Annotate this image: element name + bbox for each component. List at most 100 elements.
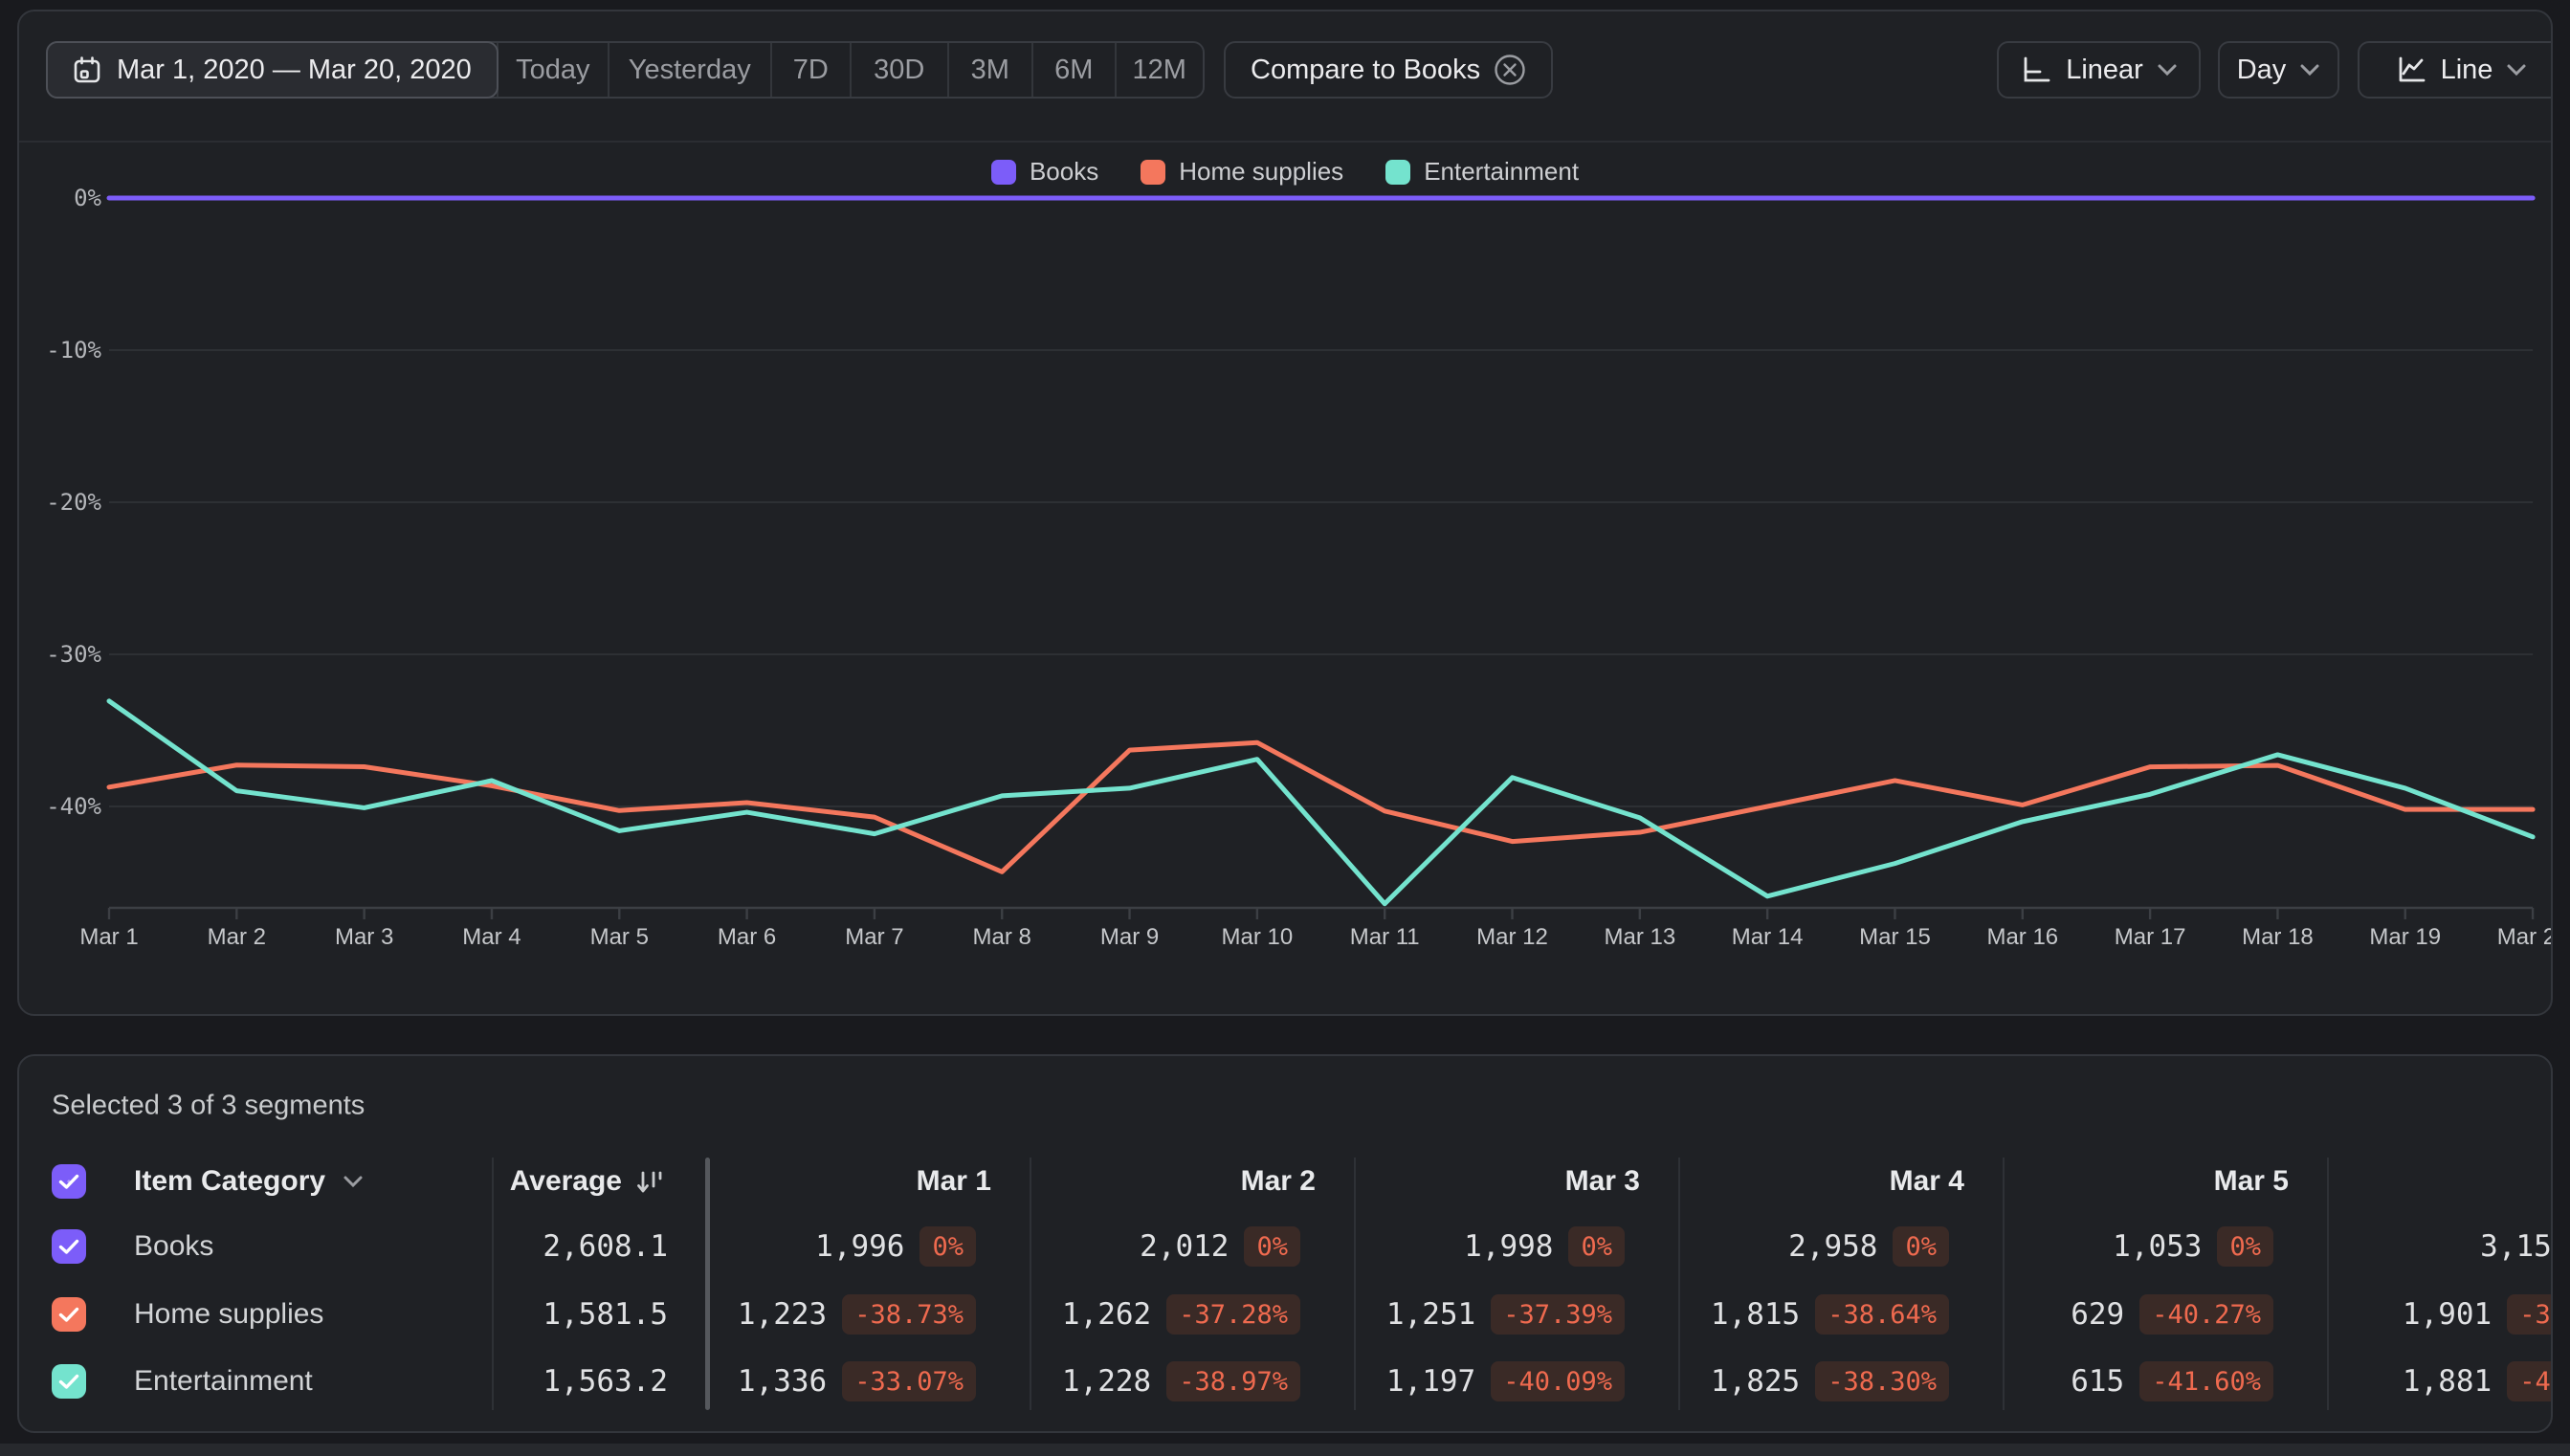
x-axis-label: Mar 1 [79, 924, 139, 950]
table-cell-clipped: 3,1550% [2480, 1226, 2552, 1267]
line-chart[interactable] [19, 11, 2553, 1016]
x-axis-label: Mar 19 [2369, 924, 2442, 950]
category-header[interactable]: Item Category [134, 1165, 364, 1198]
x-axis-label: Mar 17 [2114, 924, 2186, 950]
x-axis-label: Mar 9 [1099, 924, 1160, 950]
x-axis-label: Mar 7 [845, 924, 904, 950]
y-axis-label: -10% [46, 337, 101, 364]
table-cell-clipped: 1,901 -39.75% [2402, 1294, 2551, 1335]
x-axis-label: Mar 15 [1859, 924, 1931, 950]
average-cell: 1,563.2 [543, 1364, 668, 1399]
pct-change-badge: 0% [1244, 1226, 1300, 1267]
average-cell: 1,581.5 [543, 1297, 668, 1332]
series-line-entertainment[interactable] [106, 698, 2536, 907]
day-header-mar-5: Mar 5 [2213, 1165, 2289, 1197]
table-cell: 2,958 0% [1788, 1226, 1949, 1267]
selected-count-text: Selected 3 of 3 segments [52, 1090, 366, 1121]
pct-change-badge: 0% [1568, 1226, 1625, 1267]
cell-value: 2,958 [1788, 1229, 1878, 1264]
pct-change-badge: -37.39% [1491, 1294, 1625, 1335]
x-axis-label: Mar 11 [1349, 924, 1420, 950]
calendar-icon [74, 56, 100, 83]
table-cell: 1,053 0% [2113, 1226, 2273, 1267]
pct-change-badge: 0% [2217, 1226, 2273, 1267]
select-all-checkbox[interactable] [52, 1164, 86, 1199]
day-header-mar-1: Mar 1 [916, 1165, 991, 1197]
table-cell: 1,251 -37.39% [1386, 1294, 1625, 1335]
x-axis-label: Mar 8 [972, 924, 1031, 950]
day-header-mar-3: Mar 3 [1564, 1165, 1640, 1197]
pct-change-badge: -39.75% [2507, 1294, 2551, 1335]
average-cell: 2,608.1 [543, 1229, 668, 1264]
pct-change-badge: -38.73% [842, 1294, 976, 1335]
column-divider [1030, 1158, 1031, 1410]
table-cell: 1,223 -38.73% [738, 1294, 976, 1335]
chevron-down-icon [343, 1176, 363, 1188]
table-cell: 1,336 -33.07% [738, 1361, 976, 1401]
average-header[interactable]: Average [510, 1165, 666, 1198]
cell-value: 1,053 [2113, 1229, 2203, 1264]
row-checkbox-books[interactable] [52, 1229, 86, 1264]
cell-value: 1,228 [1061, 1364, 1152, 1399]
cell-value: 1,996 [815, 1229, 905, 1264]
date-range-label: Mar 1, 2020 — Mar 20, 2020 [117, 54, 472, 85]
column-divider [1354, 1158, 1356, 1410]
segments-table-card: Selected 3 of 3 segments Item Category Av… [17, 1054, 2553, 1433]
table-cell-clipped: 1,881 -40.38% [2402, 1361, 2551, 1401]
x-axis-label: Mar 3 [334, 924, 394, 950]
cell-value: 1,901 [2402, 1297, 2492, 1332]
pct-change-badge: -40.09% [1491, 1361, 1625, 1401]
column-divider [2327, 1158, 2329, 1410]
x-axis-label: Mar 20 [2496, 924, 2551, 950]
x-axis-label: Mar 14 [1731, 924, 1804, 950]
sort-descending-icon[interactable] [633, 1165, 666, 1198]
pct-change-badge: -40.38% [2507, 1361, 2551, 1401]
y-axis-label: 0% [74, 185, 101, 211]
row-checkbox-entertainment[interactable] [52, 1364, 86, 1399]
pinned-column-divider[interactable] [705, 1158, 710, 1410]
cell-value: 1,336 [737, 1364, 828, 1399]
table-cell: 615 -41.60% [2071, 1361, 2273, 1401]
table-cell: 1,262 -37.28% [1062, 1294, 1300, 1335]
cell-value: 615 [2071, 1364, 2125, 1399]
category-header-label: Item Category [134, 1165, 326, 1197]
date-range-button[interactable]: Mar 1, 2020 — Mar 20, 2020 [46, 41, 498, 99]
pct-change-badge: 0% [919, 1226, 976, 1267]
pct-change-badge: -37.28% [1166, 1294, 1300, 1335]
cell-value: 3,155 [2480, 1229, 2552, 1264]
y-axis-label: -40% [46, 793, 101, 820]
chart-card: Mar 1, 2020 — Mar 20, 2020 Today Yesterda… [17, 10, 2553, 1016]
column-divider [1678, 1158, 1680, 1410]
y-axis-label: -30% [46, 641, 101, 668]
horizontal-scrollbar[interactable] [0, 1444, 2570, 1456]
row-label: Entertainment [134, 1365, 313, 1397]
x-axis-label: Mar 18 [2242, 924, 2314, 950]
cell-value: 1,825 [1710, 1364, 1801, 1399]
cell-value: 1,262 [1061, 1297, 1152, 1332]
average-value: 1,563.2 [543, 1364, 668, 1399]
column-divider [492, 1158, 494, 1410]
cell-value: 2,012 [1140, 1229, 1230, 1264]
table-cell: 1,996 0% [815, 1226, 976, 1267]
table-cell: 1,228 -38.97% [1062, 1361, 1300, 1401]
table-cell: 629 -40.27% [2071, 1294, 2273, 1335]
x-axis-label: Mar 10 [1221, 924, 1294, 950]
table-cell: 1,197 -40.09% [1386, 1361, 1625, 1401]
pct-change-badge: -38.97% [1166, 1361, 1300, 1401]
pct-change-badge: 0% [1893, 1226, 1949, 1267]
average-header-label: Average [509, 1165, 622, 1197]
cell-value: 1,197 [1385, 1364, 1476, 1399]
pct-change-badge: -41.60% [2139, 1361, 2273, 1401]
cell-value: 1,881 [2402, 1364, 2492, 1399]
x-axis-label: Mar 12 [1476, 924, 1548, 950]
pct-change-badge: -33.07% [842, 1361, 976, 1401]
x-axis-label: Mar 2 [207, 924, 266, 950]
pct-change-badge: -38.64% [1815, 1294, 1949, 1335]
x-axis-label: Mar 16 [1986, 924, 2059, 950]
y-axis-label: -20% [46, 489, 101, 516]
cell-value: 1,251 [1385, 1297, 1476, 1332]
table-cell: 2,012 0% [1140, 1226, 1300, 1267]
row-checkbox-home-supplies[interactable] [52, 1297, 86, 1332]
cell-value: 1,223 [737, 1297, 828, 1332]
table-cell: 1,825 -38.30% [1711, 1361, 1949, 1401]
